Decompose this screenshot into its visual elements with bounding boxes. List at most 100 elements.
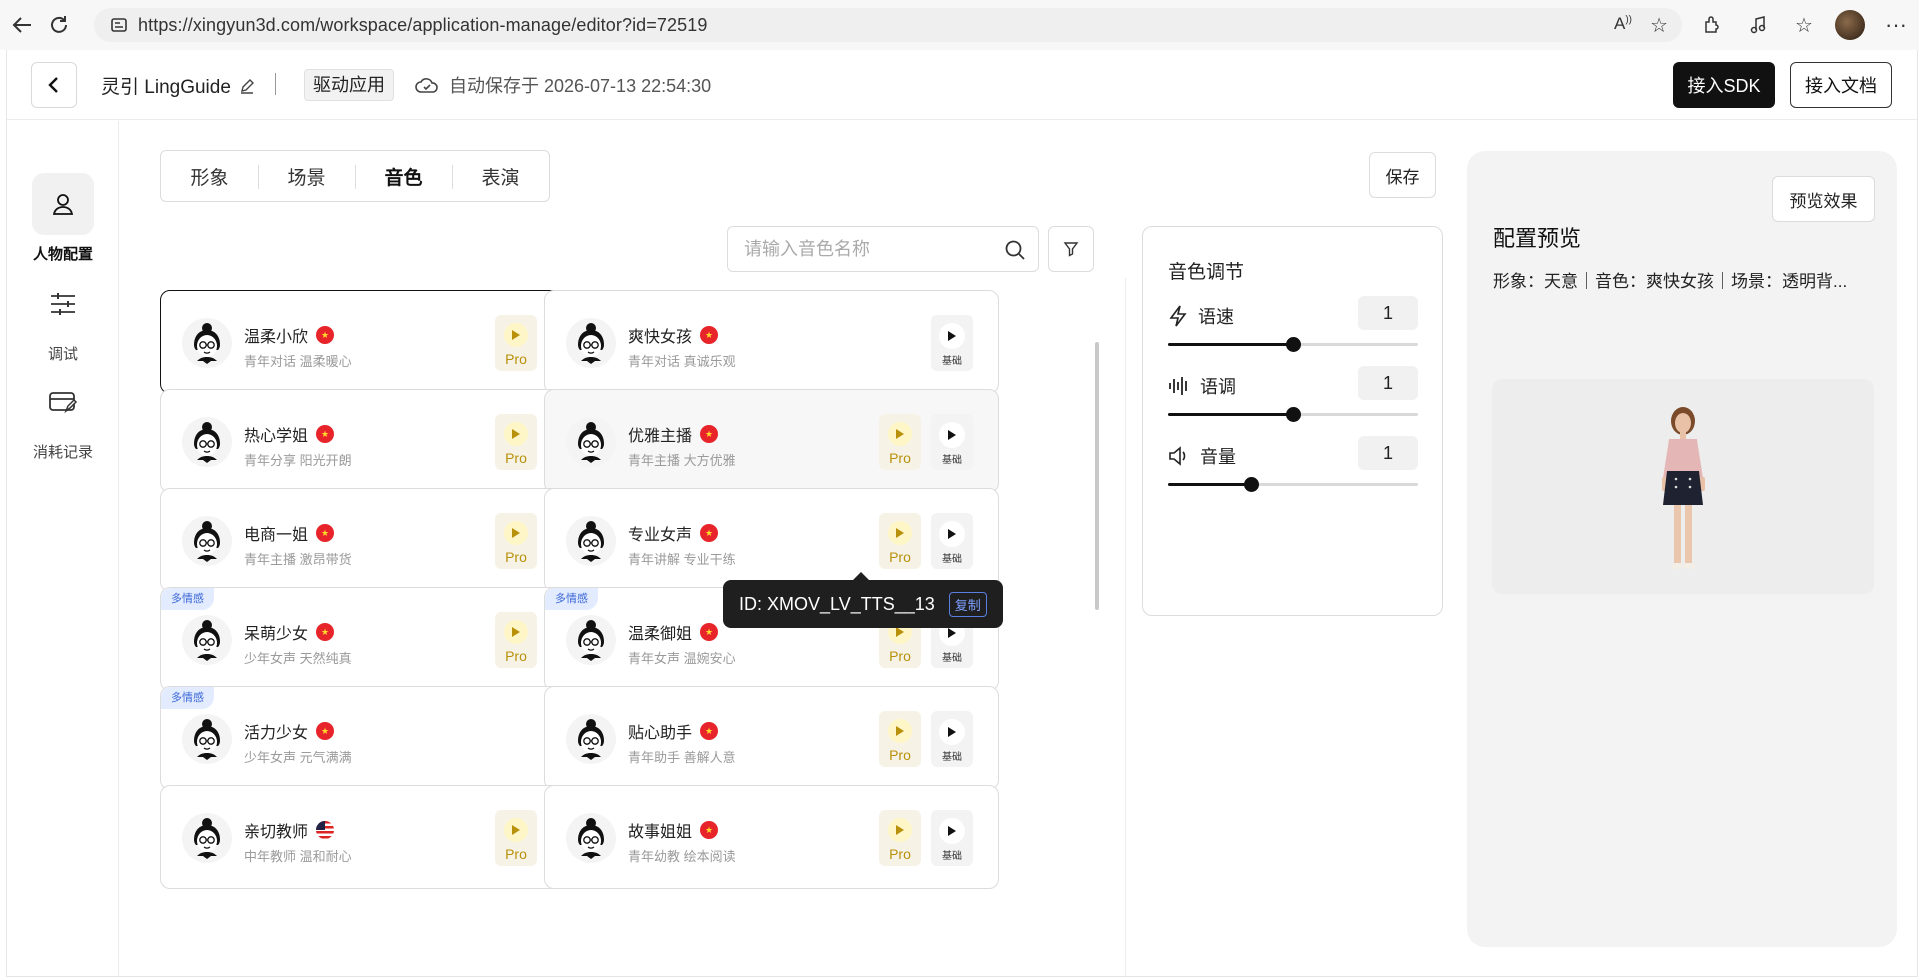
chevron-left-icon [48,77,58,93]
voice-name: 温柔御姐 ★ [628,620,719,644]
voice-name: 活力少女 ★ [244,719,335,743]
pitch-value[interactable]: 1 [1358,366,1418,400]
search-icon[interactable] [1004,239,1026,261]
slider-thumb[interactable] [1286,407,1301,422]
address-bar[interactable]: https://xingyun3d.com/workspace/applicat… [94,8,1682,42]
play-icon [939,818,965,844]
tab-scene[interactable]: 场景 [258,163,355,190]
preview-effect-button[interactable]: 预览效果 [1772,176,1875,222]
volume-slider[interactable] [1168,477,1418,492]
app-name-text: 灵引 LingGuide [101,77,231,98]
play-base-button[interactable]: 基础 [931,513,973,569]
connect-sdk-button[interactable]: 接入SDK [1673,62,1775,108]
voice-description: 少年女声 元气满满 [244,750,352,765]
play-base-button[interactable]: 基础 [931,711,973,767]
cn-flag-icon: ★ [700,425,719,443]
speed-label: 语速 [1168,303,1234,329]
back-arrow-icon[interactable] [8,11,36,39]
read-aloud-icon[interactable]: A)) [1614,14,1632,34]
extensions-icon[interactable] [1689,2,1735,48]
play-icon [504,323,528,347]
slider-thumb[interactable] [1286,337,1301,352]
cn-flag-icon: ★ [700,326,719,344]
voice-search-input[interactable] [744,238,1004,260]
copy-id-button[interactable]: 复制 [948,591,987,617]
play-base-button[interactable]: 基础 [931,414,973,470]
favorites-icon[interactable]: ☆ [1781,2,1827,48]
base-label: 基础 [942,455,962,466]
tab-performance[interactable]: 表演 [452,163,549,190]
slider-fill [1168,413,1293,416]
waveform-icon [1169,377,1187,395]
play-pro-button[interactable]: Pro [495,315,537,371]
media-icon[interactable] [1735,2,1781,48]
pitch-slider[interactable] [1168,407,1418,422]
favorite-star-icon[interactable]: ☆ [1650,13,1668,38]
play-base-button[interactable]: 基础 [931,315,973,371]
play-pro-button[interactable]: Pro [879,711,921,767]
play-pro-button[interactable]: Pro [879,513,921,569]
voice-name-text: 优雅主播 [628,428,693,445]
avatar-figure [1662,407,1705,569]
play-pro-button[interactable]: Pro [495,414,537,470]
voice-name: 优雅主播 ★ [628,422,719,446]
play-base-button[interactable]: 基础 [931,810,973,866]
tab-appearance[interactable]: 形象 [161,163,258,190]
reload-icon[interactable] [45,11,73,39]
cn-flag-icon: ★ [700,524,719,542]
tab-voice[interactable]: 音色 [355,163,452,190]
voice-description: 少年女声 天然纯真 [244,651,352,666]
speaker-icon [1169,446,1186,466]
site-info-icon[interactable] [110,16,128,34]
voice-avatar-icon [181,713,233,765]
pitch-label: 语调 [1168,373,1236,399]
voice-name: 故事姐姐 ★ [628,818,719,842]
more-menu-icon[interactable]: ··· [1873,2,1919,48]
volume-label: 音量 [1168,443,1236,469]
voice-description: 青年主播 激昂带货 [244,552,352,567]
browser-toolbar: https://xingyun3d.com/workspace/applicat… [0,0,1919,50]
play-pro-button[interactable]: Pro [495,612,537,668]
back-button[interactable] [31,62,77,108]
multi-emotion-badge: 多情感 [545,588,598,610]
play-pro-button[interactable]: Pro [495,513,537,569]
voice-name: 呆萌少女 ★ [244,620,335,644]
voice-name-text: 电商一姐 [244,527,309,544]
play-pro-button[interactable]: Pro [879,414,921,470]
voice-avatar-icon [565,812,617,864]
url-text[interactable]: https://xingyun3d.com/workspace/applicat… [138,15,707,36]
save-button[interactable]: 保存 [1369,152,1436,198]
nav-icon-box [32,273,94,335]
base-label: 基础 [942,752,962,763]
nav-item-debug[interactable]: 调试 [7,273,119,364]
speed-slider[interactable] [1168,337,1418,352]
voice-card[interactable]: 爽快女孩 ★ 青年对话 真诚乐观 基础 [544,290,999,394]
app-header: 灵引 LingGuide 驱动应用 自动保存于 2026-07-13 22:54… [7,50,1917,120]
nav-label: 调试 [47,346,78,363]
voice-name-text: 专业女声 [628,527,693,544]
filter-button[interactable] [1048,226,1094,272]
play-pro-button[interactable]: Pro [879,810,921,866]
pro-label: Pro [889,747,911,763]
voice-avatar-icon [565,317,617,369]
speed-value[interactable]: 1 [1358,296,1418,330]
slider-thumb[interactable] [1243,477,1259,492]
us-flag-icon [316,821,335,839]
voice-card[interactable]: 贴心助手 ★ 青年助手 善解人意 Pro 基础 [544,686,999,790]
nav-icon-box [32,371,94,433]
nav-item-usage-records[interactable]: 消耗记录 [7,371,119,462]
voice-avatar-icon [181,416,233,468]
header-divider [275,73,276,95]
play-icon [888,521,912,545]
voice-card[interactable]: 优雅主播 ★ 青年主播 大方优雅 Pro 基础 [544,389,999,493]
nav-item-character-config[interactable]: 人物配置 [7,173,119,264]
edit-pencil-icon[interactable] [239,78,255,94]
connect-docs-button[interactable]: 接入文档 [1790,62,1892,108]
volume-value[interactable]: 1 [1358,436,1418,470]
voice-card[interactable]: 专业女声 ★ 青年讲解 专业干练 Pro 基础 [544,488,999,592]
voice-card[interactable]: 故事姐姐 ★ 青年幼教 绘本阅读 Pro 基础 [544,785,999,889]
profile-avatar[interactable] [1827,2,1873,48]
config-preview-panel: 预览效果 配置预览 形象：天意｜音色：爽快女孩｜场景：透明背... [1467,151,1897,947]
grid-scrollbar[interactable] [1095,342,1099,610]
play-pro-button[interactable]: Pro [495,810,537,866]
